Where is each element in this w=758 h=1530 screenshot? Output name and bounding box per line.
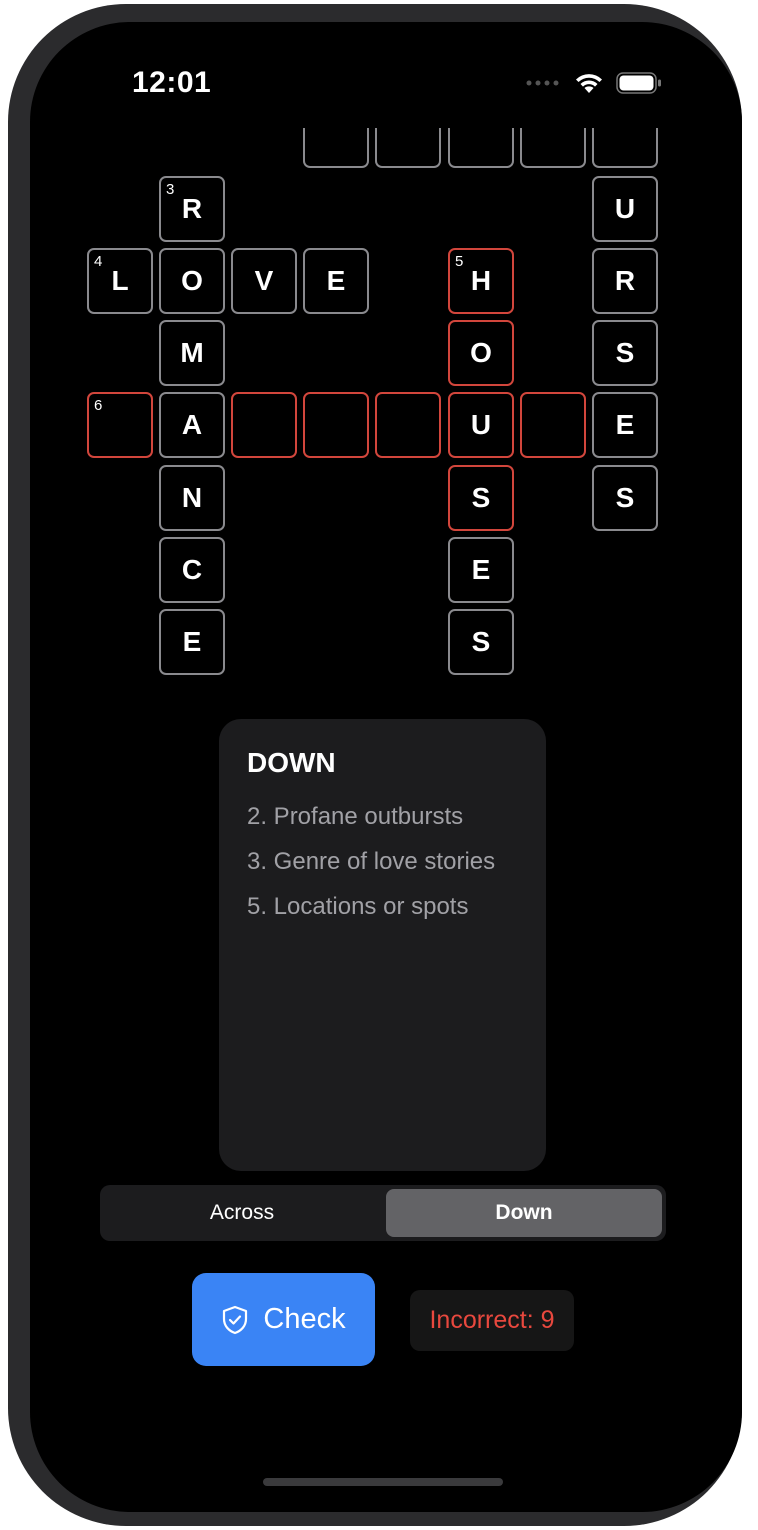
crossword-cell[interactable]: S [592, 465, 658, 531]
crossword-cell[interactable] [448, 128, 514, 168]
crossword-cell[interactable] [520, 128, 586, 168]
crossword-cell[interactable] [231, 392, 297, 458]
incorrect-count-badge: Incorrect: 9 [410, 1290, 574, 1351]
crossword-cell[interactable] [303, 392, 369, 458]
home-indicator[interactable] [263, 1478, 503, 1486]
crossword-cell[interactable]: R [592, 248, 658, 314]
crossword-cell[interactable]: E [592, 392, 658, 458]
crossword-cell[interactable]: 6 [87, 392, 153, 458]
clue-panel-title: DOWN [247, 747, 336, 778]
crossword-cell[interactable]: 3R [159, 176, 225, 242]
battery-icon [616, 72, 661, 94]
crossword-cell[interactable]: S [592, 320, 658, 386]
crossword-cell[interactable]: O [448, 320, 514, 386]
shield-check-icon [223, 1305, 248, 1334]
crossword-cell[interactable]: E [303, 248, 369, 314]
crossword-cell[interactable] [375, 128, 441, 168]
crossword-cell[interactable]: O [159, 248, 225, 314]
crossword-cell[interactable]: S [448, 465, 514, 531]
crossword-cell[interactable]: U [592, 176, 658, 242]
check-button-label: Check [263, 1303, 346, 1335]
crossword-cell[interactable]: U [448, 392, 514, 458]
crossword-cell[interactable]: M [159, 320, 225, 386]
direction-segmented-control: Across Down [100, 1185, 666, 1241]
crossword-cell[interactable]: E [159, 609, 225, 675]
clue-panel: DOWN 2. Profane outbursts 3. Genre of lo… [219, 719, 546, 1171]
crossword-cell[interactable]: C [159, 537, 225, 603]
wifi-icon [576, 74, 602, 93]
crossword-cell[interactable]: E [448, 537, 514, 603]
crossword-cell[interactable]: V [231, 248, 297, 314]
clue-item[interactable]: 5. Locations or spots [247, 893, 518, 921]
segment-across[interactable]: Across [104, 1189, 380, 1237]
crossword-cell[interactable] [375, 392, 441, 458]
crossword-cell[interactable] [520, 392, 586, 458]
crossword-cell[interactable]: S [448, 609, 514, 675]
clue-item[interactable]: 2. Profane outbursts [247, 803, 518, 831]
cellular-icon [526, 80, 559, 86]
crossword-cell[interactable]: N [159, 465, 225, 531]
crossword-cell[interactable] [303, 128, 369, 168]
crossword-cell[interactable]: 4L [87, 248, 153, 314]
check-button[interactable]: Check [192, 1273, 375, 1366]
device-frame: 12:01 3R U 4 L O V E 5 H R M O S 6 A U E… [8, 4, 742, 1526]
crossword-cell[interactable]: A [159, 392, 225, 458]
clue-item[interactable]: 3. Genre of love stories [247, 848, 518, 876]
segment-down[interactable]: Down [386, 1189, 662, 1237]
status-icons [526, 72, 662, 94]
screen: 12:01 3R U 4 L O V E 5 H R M O S 6 A U E… [30, 22, 742, 1512]
crossword-cell[interactable]: 5H [448, 248, 514, 314]
crossword-cell[interactable] [592, 128, 658, 168]
status-time: 12:01 [132, 66, 212, 99]
